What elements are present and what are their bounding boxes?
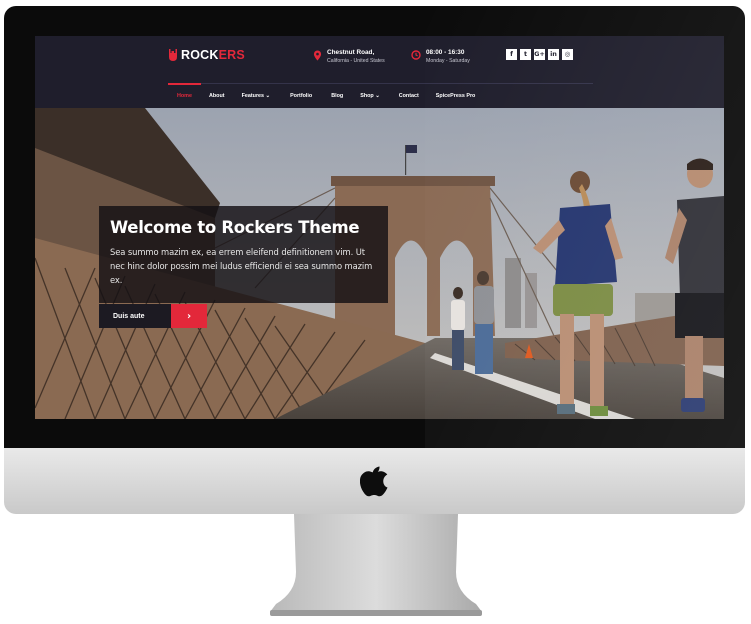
hero-slider: Welcome to Rockers Theme Sea summo mazim…: [35, 108, 724, 419]
nav-item-blog[interactable]: Blog: [331, 93, 343, 99]
hours-line-1: 08:00 - 16:30: [426, 49, 465, 56]
main-nav: Home About Features ⌄ Portfolio Blog Sho…: [168, 93, 475, 99]
hero-button[interactable]: Duis aute: [99, 304, 171, 328]
facebook-icon[interactable]: f: [506, 49, 517, 60]
nav-item-portfolio[interactable]: Portfolio: [290, 93, 312, 99]
linkedin-icon[interactable]: in: [548, 49, 559, 60]
address-line-1: Chestnut Road,: [327, 49, 375, 56]
apple-logo-icon: [360, 466, 388, 497]
social-links: f t G+ in ◎: [506, 49, 573, 60]
hero-title: Welcome to Rockers Theme: [110, 218, 360, 237]
hours-info: 08:00 - 16:30 Monday - Saturday: [411, 49, 470, 64]
clock-icon: [411, 50, 421, 60]
twitter-icon[interactable]: t: [520, 49, 531, 60]
nav-item-shop[interactable]: Shop ⌄: [360, 93, 380, 99]
monitor-stand: [270, 514, 482, 616]
address-info: Chestnut Road, California - United State…: [313, 49, 385, 64]
nav-item-about[interactable]: About: [209, 93, 225, 99]
instagram-icon[interactable]: ◎: [562, 49, 573, 60]
hero-caption: Welcome to Rockers Theme Sea summo mazim…: [99, 206, 388, 303]
site-logo[interactable]: ROCKERS: [168, 48, 245, 62]
imac-mockup: ROCKERS Chestnut Road, California - Unit…: [4, 6, 745, 514]
hero-text: Sea summo mazim ex, ea errem eleifend de…: [110, 247, 373, 285]
chevron-right-icon[interactable]: ›: [171, 304, 207, 328]
hero-cta[interactable]: Duis aute ›: [99, 304, 207, 328]
nav-item-features[interactable]: Features ⌄: [242, 93, 271, 99]
monitor-bezel: ROCKERS Chestnut Road, California - Unit…: [4, 6, 745, 448]
site-header: ROCKERS Chestnut Road, California - Unit…: [35, 36, 724, 108]
monitor-chin: [4, 448, 745, 514]
hours-line-2: Monday - Saturday: [426, 58, 470, 64]
nav-item-spicepress-pro[interactable]: SpicePress Pro: [436, 93, 476, 99]
nav-item-contact[interactable]: Contact: [399, 93, 419, 99]
map-pin-icon: [313, 50, 322, 61]
logo-text: ROCKERS: [181, 48, 245, 62]
nav-active-indicator: [168, 83, 201, 85]
website-screen: ROCKERS Chestnut Road, California - Unit…: [35, 36, 724, 419]
rock-hand-icon: [169, 49, 177, 61]
nav-divider: [168, 83, 593, 84]
nav-item-home[interactable]: Home: [177, 93, 192, 99]
google-plus-icon[interactable]: G+: [534, 49, 545, 60]
address-line-2: California - United States: [327, 58, 385, 64]
